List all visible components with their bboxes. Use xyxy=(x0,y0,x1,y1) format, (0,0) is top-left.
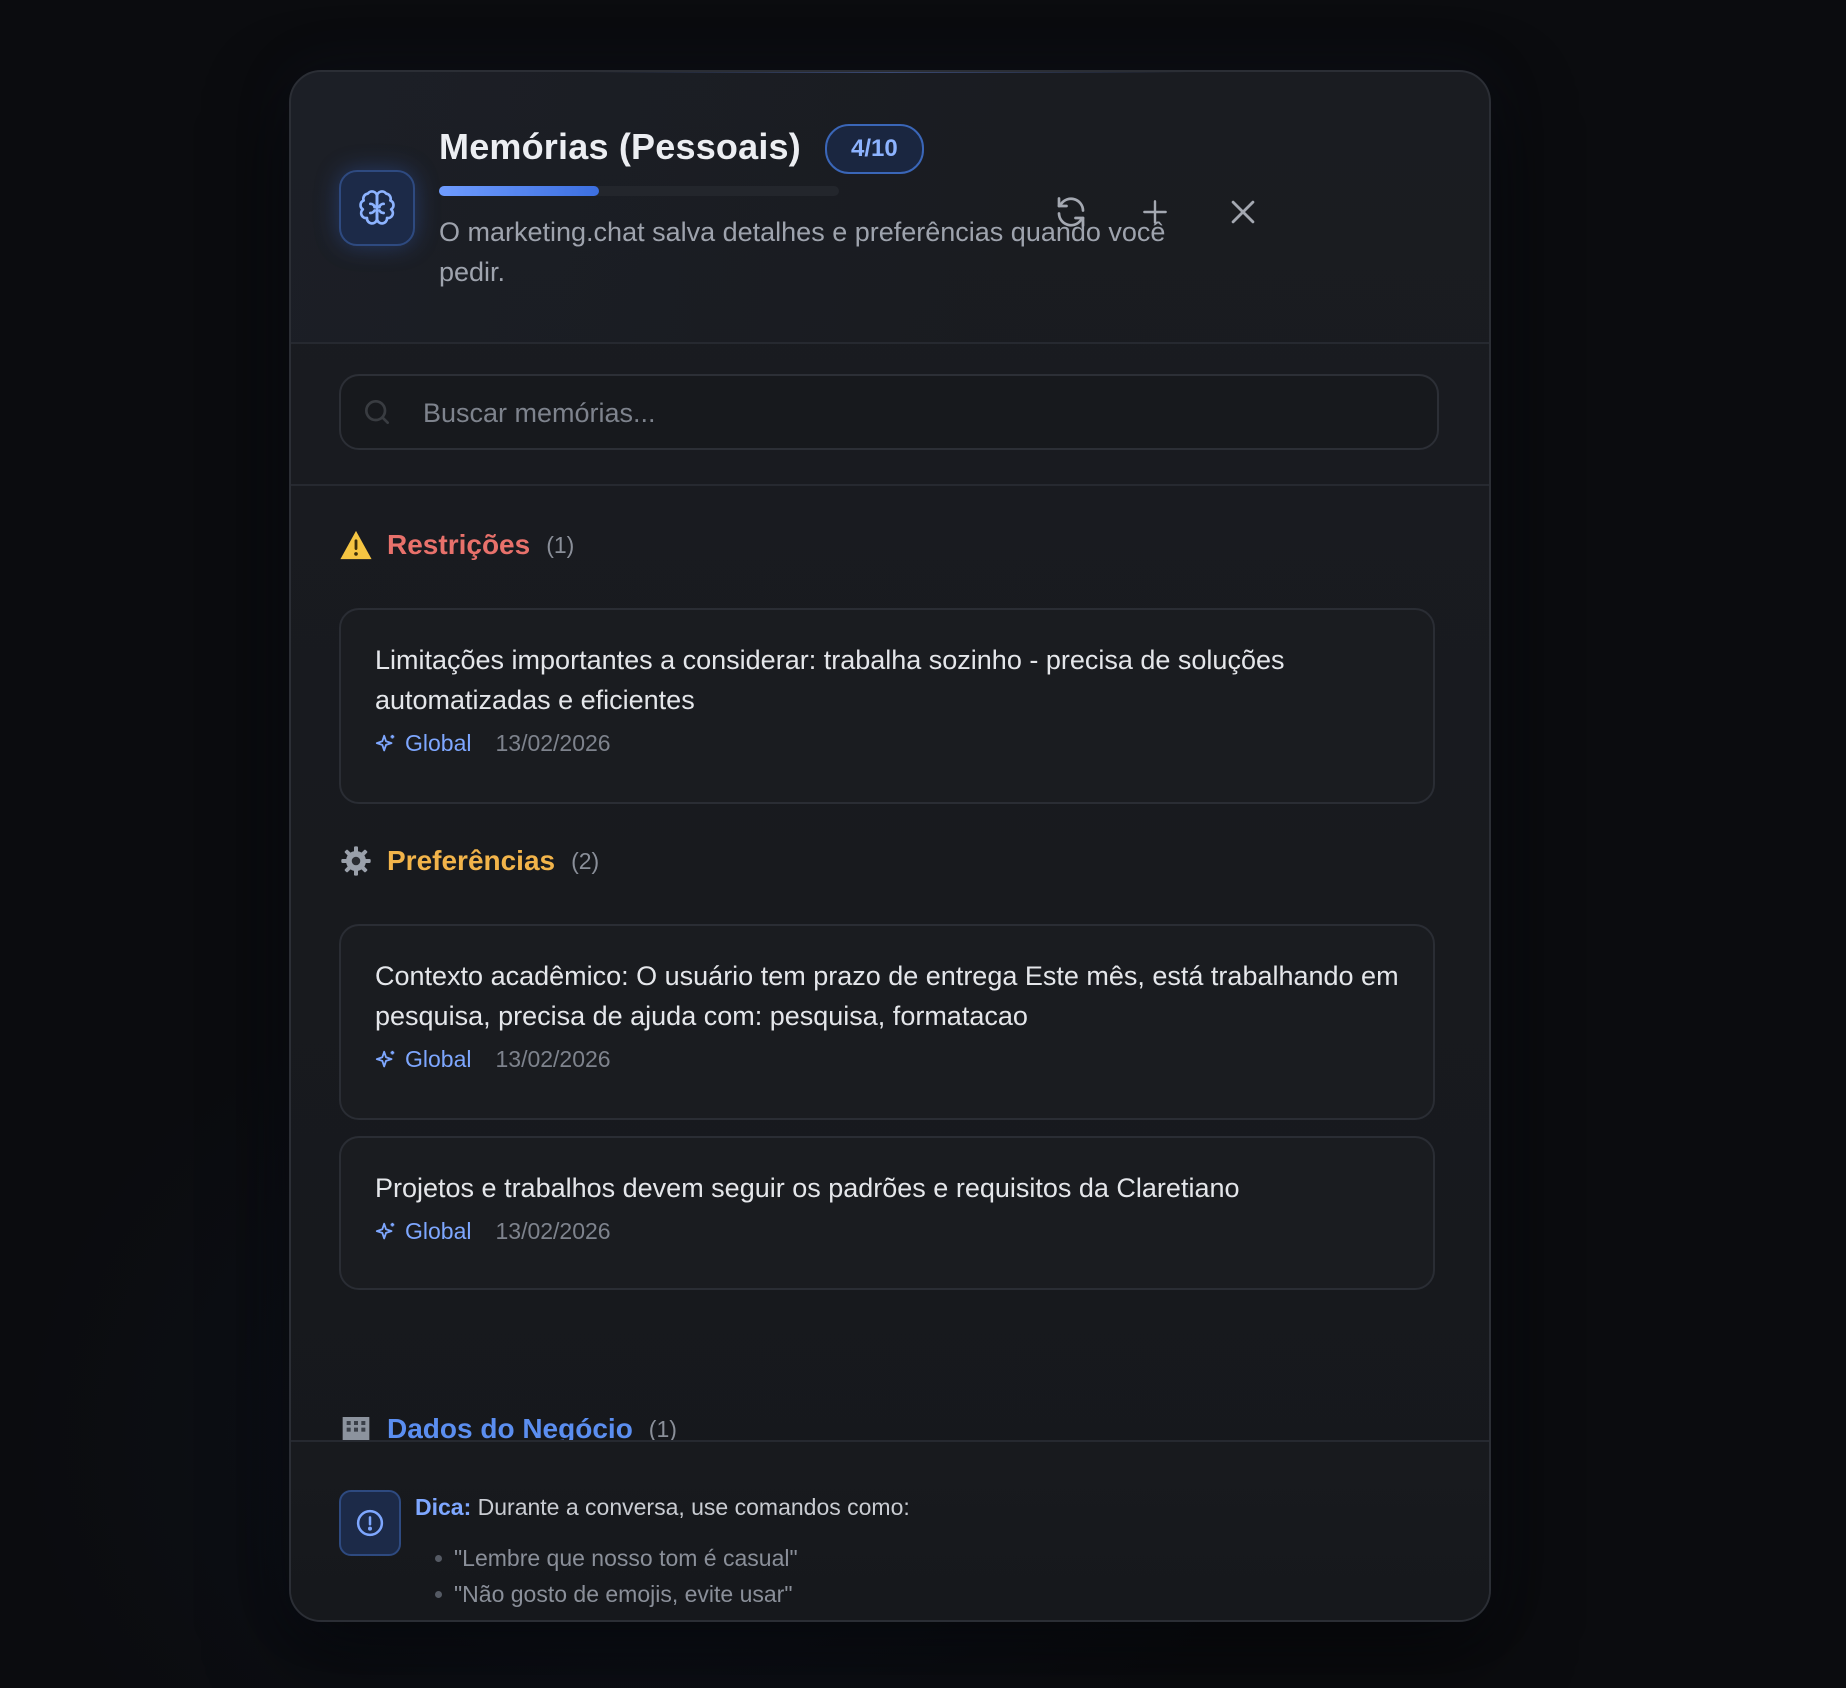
add-memory-button[interactable] xyxy=(1127,184,1183,240)
tip-examples: "Lembre que nosso tom é casual" "Não gos… xyxy=(435,1540,798,1620)
close-button[interactable] xyxy=(1215,184,1271,240)
sparkle-icon xyxy=(375,1222,395,1239)
memory-card[interactable]: Limitações importantes a considerar: tra… xyxy=(339,608,1435,804)
refresh-icon xyxy=(1057,197,1085,227)
memory-text: Limitações importantes a considerar: tra… xyxy=(375,645,1285,715)
search-icon xyxy=(365,400,389,424)
section-count: (2) xyxy=(571,847,600,874)
tip-example: "Lembre que nosso tom é casual" xyxy=(435,1540,798,1576)
sparkle-icon xyxy=(375,1050,395,1067)
section-header-dados-negocio: Dados do Negócio (1) xyxy=(339,1412,677,1440)
modal-title: Memórias (Pessoais) xyxy=(439,126,801,167)
close-icon xyxy=(1231,200,1255,224)
scope-label: Global xyxy=(405,1218,472,1244)
memory-card[interactable]: Projetos e trabalhos devem seguir os pad… xyxy=(339,1136,1435,1290)
section-title: Dados do Negócio xyxy=(387,1413,633,1440)
search-section xyxy=(291,344,1489,486)
memory-list: Restrições (1) Limitações importantes a … xyxy=(291,486,1489,1440)
scope-tag: Global xyxy=(375,1046,471,1073)
memory-date: 13/02/2026 xyxy=(495,1046,611,1072)
memory-usage-progress xyxy=(439,186,839,196)
search-box[interactable] xyxy=(339,374,1439,450)
gear-icon xyxy=(339,844,373,878)
tip-footer: Dica: Durante a conversa, use comandos c… xyxy=(291,1440,1489,1620)
warning-icon xyxy=(339,528,373,562)
memory-text: Contexto acadêmico: O usuário tem prazo … xyxy=(375,961,1399,1031)
tip-text: Dica: Durante a conversa, use comandos c… xyxy=(415,1494,910,1521)
section-header-preferencias: Preferências (2) xyxy=(339,844,599,878)
scope-label: Global xyxy=(405,1046,472,1072)
memory-date: 13/02/2026 xyxy=(495,730,611,756)
memory-meta: Global 13/02/2026 xyxy=(375,1218,1399,1245)
memory-meta: Global 13/02/2026 xyxy=(375,730,1399,757)
memory-card[interactable]: Contexto acadêmico: O usuário tem prazo … xyxy=(339,924,1435,1120)
memory-meta: Global 13/02/2026 xyxy=(375,1046,1399,1073)
scope-tag: Global xyxy=(375,1218,471,1245)
section-count: (1) xyxy=(546,531,575,558)
memory-count-badge: 4/10 xyxy=(825,124,924,174)
tip-example: "Não gosto de emojis, evite usar" xyxy=(435,1576,798,1612)
tip-description: Durante a conversa, use comandos como: xyxy=(471,1494,910,1520)
memory-text: Projetos e trabalhos devem seguir os pad… xyxy=(375,1173,1240,1203)
memories-modal: Memórias (Pessoais) 4/10 O marketing.cha… xyxy=(289,70,1491,1622)
info-icon xyxy=(339,1490,401,1556)
tip-label: Dica: xyxy=(415,1494,472,1520)
memory-date: 13/02/2026 xyxy=(495,1218,611,1244)
scope-tag: Global xyxy=(375,730,471,757)
plus-icon xyxy=(1143,200,1167,224)
modal-header: Memórias (Pessoais) 4/10 O marketing.cha… xyxy=(291,72,1489,344)
tip-example: "O que você sabe sobre mim?" xyxy=(435,1612,798,1620)
scope-label: Global xyxy=(405,730,472,756)
sparkle-icon xyxy=(375,734,395,751)
section-title: Restrições xyxy=(387,529,531,560)
section-count: (1) xyxy=(648,1415,677,1441)
building-icon xyxy=(339,1412,373,1440)
memory-usage-progress-fill xyxy=(439,186,599,196)
refresh-button[interactable] xyxy=(1043,184,1099,240)
section-header-restricoes: Restrições (1) xyxy=(339,528,574,562)
brain-icon xyxy=(339,170,415,246)
section-title: Preferências xyxy=(387,845,556,876)
search-input[interactable] xyxy=(421,376,1415,450)
